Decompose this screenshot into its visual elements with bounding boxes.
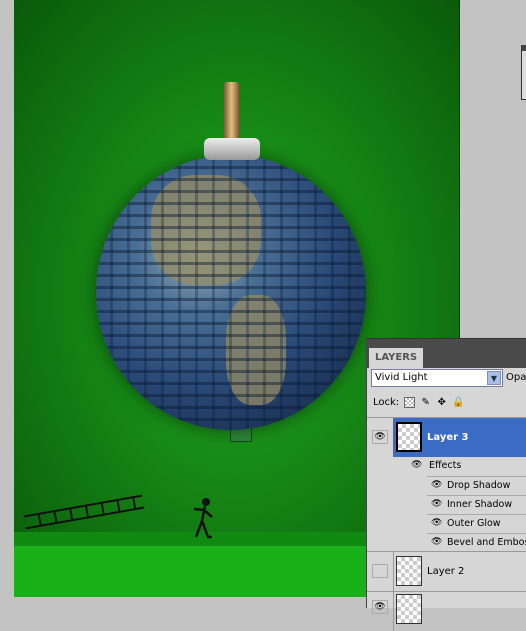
layer-row[interactable]: Layer 2 [367,551,526,591]
lock-transparent-icon[interactable] [404,397,416,408]
eye-icon[interactable]: 👁 [372,430,388,444]
blend-mode-select[interactable]: Vivid Light ▼ [371,369,503,387]
panel-tab-bar: LAYERS [367,339,526,368]
effect-row[interactable]: 👁 Inner Shadow [427,495,526,514]
eye-icon[interactable]: 👁 [431,518,442,528]
maze-globe [96,155,366,430]
layer-thumbnail [396,422,422,452]
lock-all-icon[interactable]: 🔒 [452,397,464,408]
floating-window[interactable] [521,45,526,100]
layer-thumbnail [396,556,422,586]
blend-mode-value: Vivid Light [375,372,428,383]
layer-name: Layer 3 [427,432,469,443]
layers-panel: LAYERS Vivid Light ▼ Opac Lock: ✎ ✥ 🔒 👁 … [366,338,526,631]
effect-row[interactable]: 👁 Drop Shadow [427,476,526,495]
globe-cap [204,138,260,160]
lock-label: Lock: [373,397,400,408]
effect-row[interactable]: 👁 Bevel and Emboss [427,533,526,552]
stick-figure [193,498,213,539]
layer-row[interactable]: 👁 Layer 3 [367,417,526,457]
effect-row[interactable]: 👁 Outer Glow [427,514,526,533]
eye-icon[interactable]: 👁 [411,460,422,470]
opacity-label: Opac [506,372,526,383]
eye-icon[interactable]: 👁 [372,600,388,614]
eye-icon[interactable]: 👁 [431,480,442,490]
eye-icon[interactable]: 👁 [431,499,442,509]
effects-label: Effects [429,460,462,471]
globe-spire [224,82,239,144]
visibility-toggle[interactable] [372,564,388,578]
layer-name: Layer 2 [427,566,465,577]
effect-name: Drop Shadow [447,480,511,491]
effect-name: Inner Shadow [447,499,513,510]
eye-icon[interactable]: 👁 [431,537,442,547]
layer-thumbnail [396,594,422,624]
layer-row[interactable]: 👁 [367,591,526,631]
lock-row: Lock: ✎ ✥ 🔒 [373,397,465,408]
lock-brush-icon[interactable]: ✎ [420,397,431,408]
tab-layers[interactable]: LAYERS [369,348,424,368]
effect-name: Outer Glow [447,518,501,529]
ladder [23,494,145,530]
chevron-down-icon[interactable]: ▼ [487,371,501,385]
effect-name: Bevel and Emboss [447,537,526,548]
effects-row[interactable]: 👁 Effects [367,457,526,476]
lock-move-icon[interactable]: ✥ [436,397,447,408]
